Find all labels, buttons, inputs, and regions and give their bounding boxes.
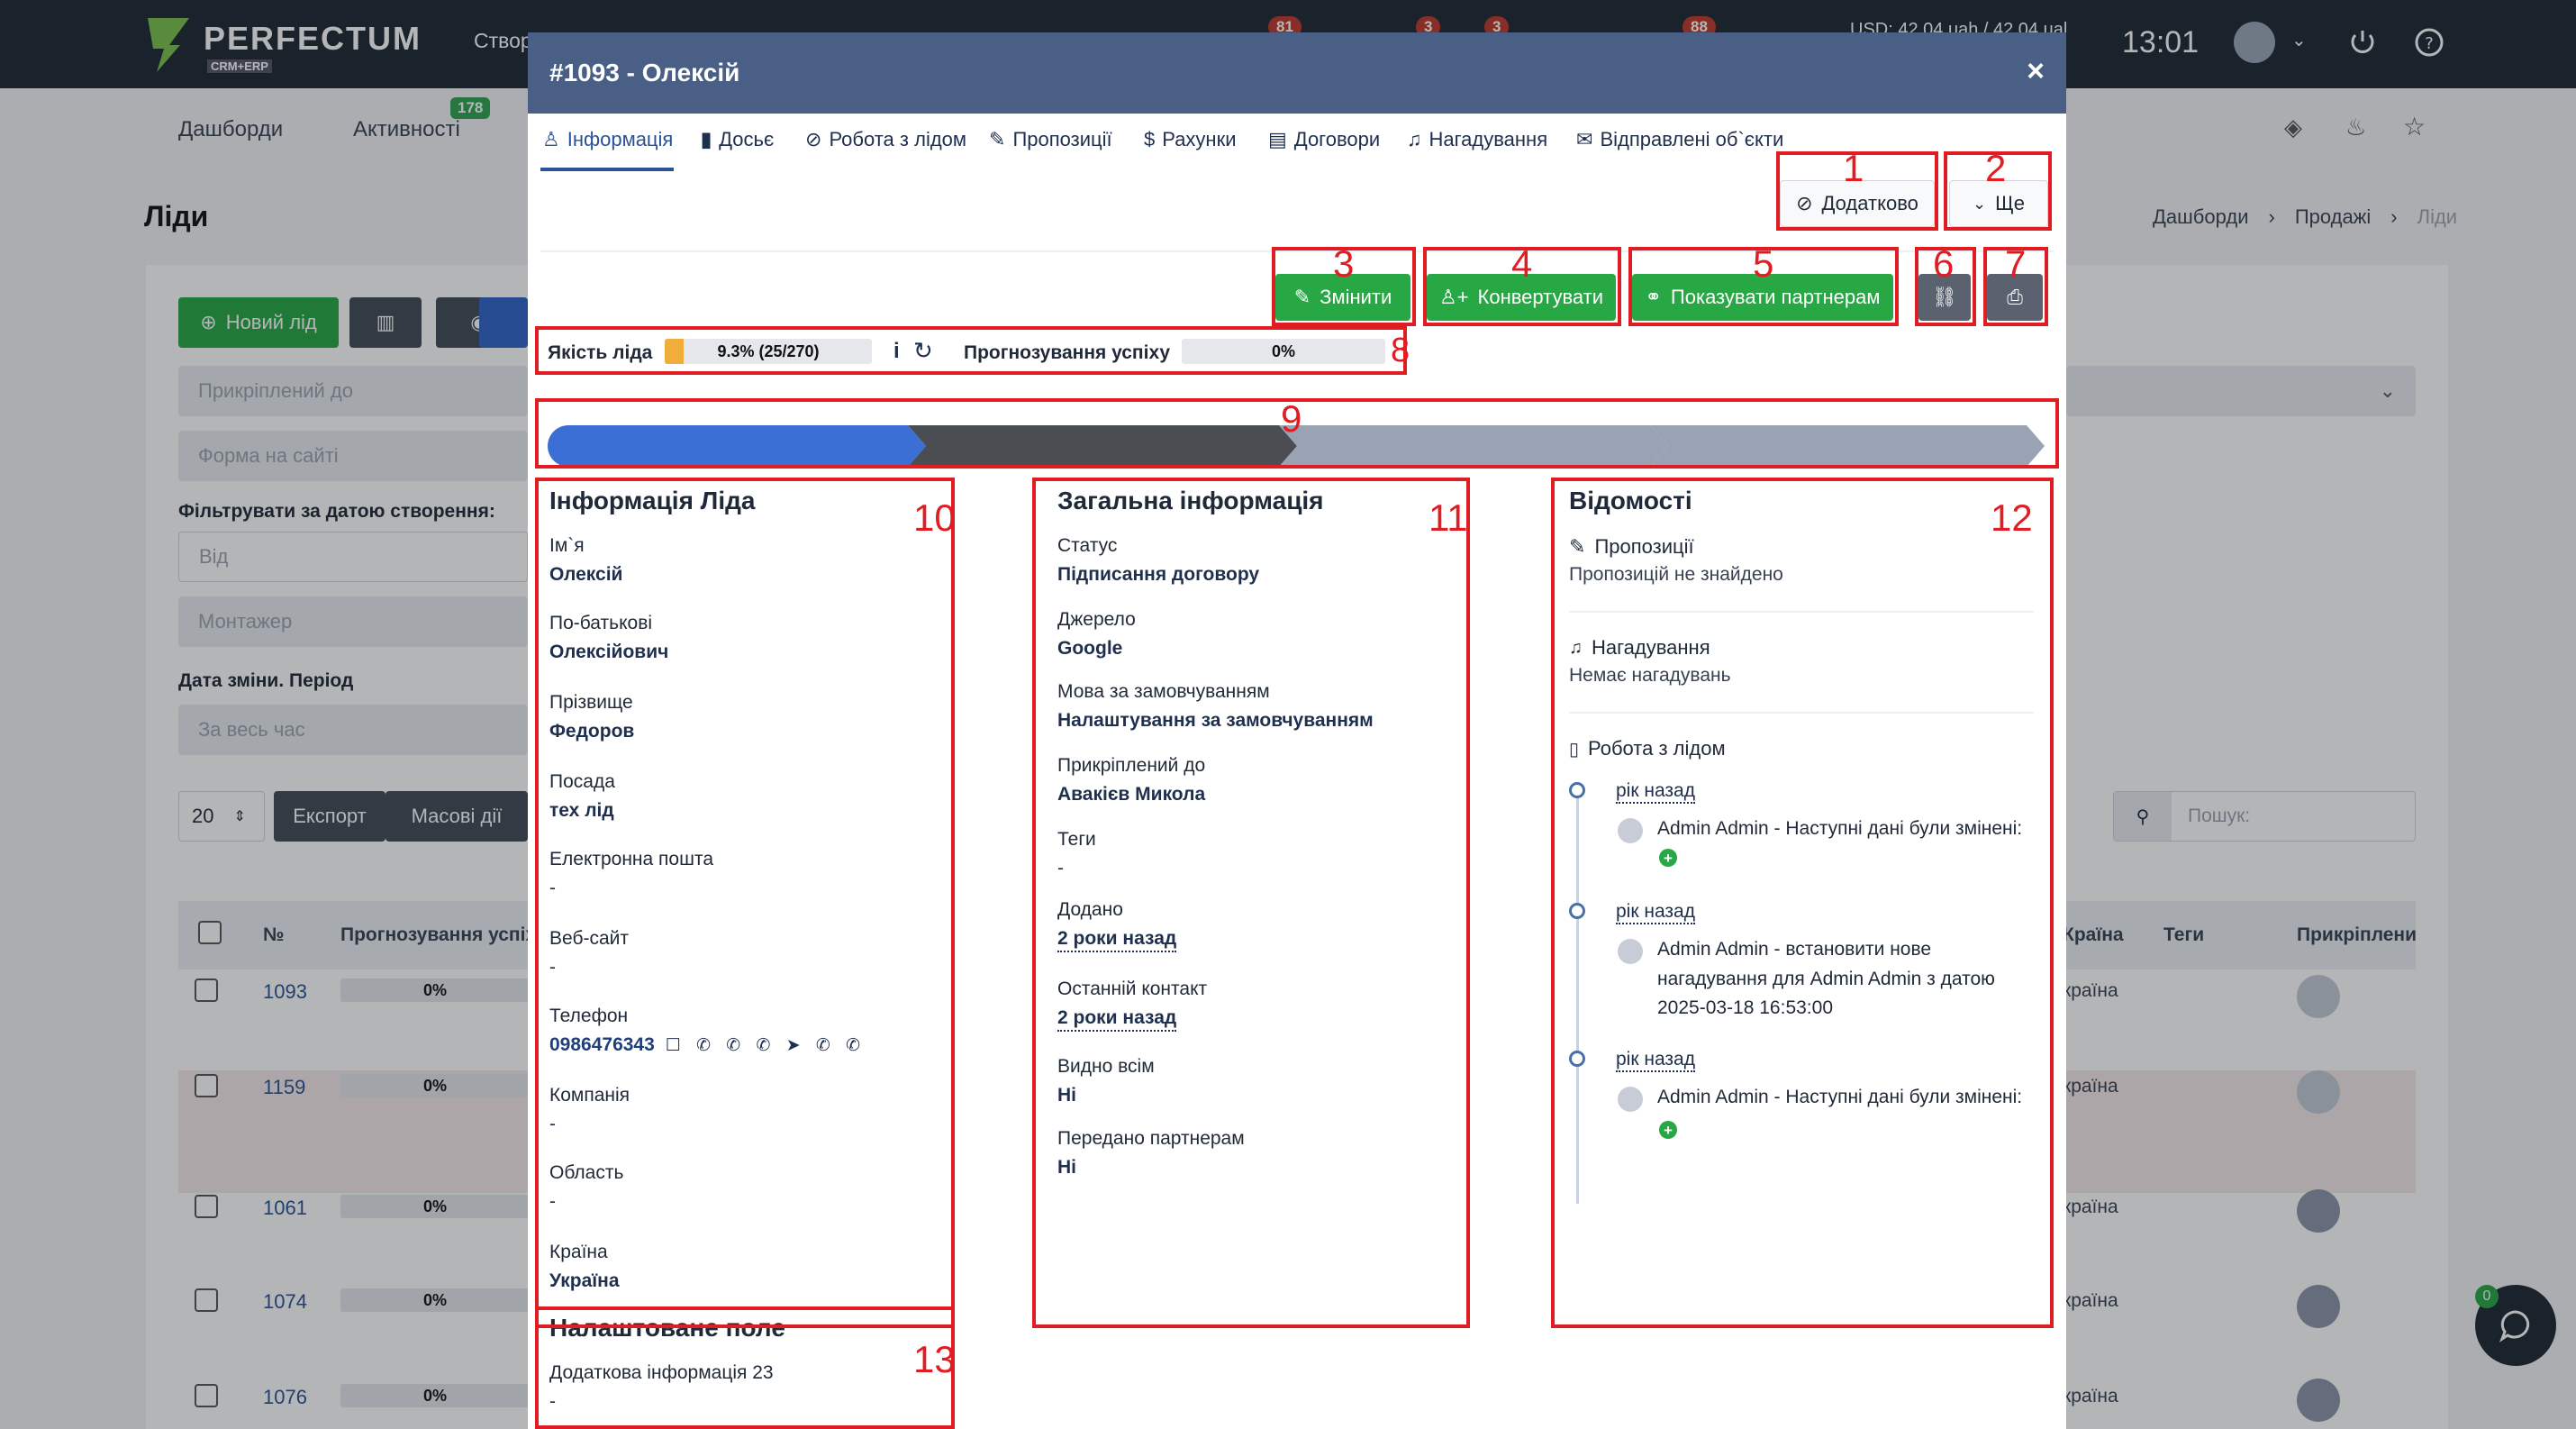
tab-contracts-label: Договори — [1293, 128, 1381, 150]
paperclip-icon: ⊘ — [805, 128, 822, 150]
annotation-box-13 — [535, 1306, 955, 1429]
tab-reminders-label: Нагадування — [1429, 128, 1548, 150]
lead-modal: #1093 - Олексій × ♙ Інформація ▮ Досьє ⊘ Ро… — [528, 32, 2066, 1429]
active-tab-indicator — [540, 168, 674, 171]
annotation-label-10: 10 — [913, 496, 956, 539]
tab-invoices-label: Рахунки — [1162, 128, 1237, 150]
modal-header: #1093 - Олексій × — [528, 32, 2066, 114]
user-icon: ♙ — [542, 128, 560, 150]
tab-contracts[interactable]: ▤ Договори — [1268, 128, 1380, 151]
bell-icon: ♫ — [1407, 128, 1422, 150]
annotation-label-11: 11 — [1429, 496, 1468, 539]
tab-sent-objects[interactable]: ✉ Відправлені об`єкти — [1576, 128, 1783, 151]
annotation-label-12: 12 — [1991, 496, 2033, 539]
annotation-box-11 — [1032, 478, 1470, 1328]
dollar-icon: $ — [1144, 128, 1156, 150]
annotation-label-13: 13 — [913, 1338, 956, 1380]
annotation-label-3: 3 — [1333, 242, 1355, 285]
pencil-icon: ✎ — [989, 128, 1006, 150]
tab-dossier[interactable]: ▮ Досьє — [701, 128, 774, 151]
annotation-box-12 — [1551, 478, 2054, 1328]
annotation-label-7: 7 — [2005, 242, 2027, 285]
tab-work[interactable]: ⊘ Робота з лідом — [805, 128, 966, 151]
annotation-label-9: 9 — [1281, 397, 1302, 440]
tab-info-label: Інформація — [567, 128, 674, 150]
annotation-box-8 — [535, 326, 1407, 375]
file-icon: ▤ — [1268, 128, 1287, 150]
tab-info[interactable]: ♙ Інформація — [542, 128, 673, 151]
tab-reminders[interactable]: ♫ Нагадування — [1407, 128, 1547, 151]
annotation-label-5: 5 — [1753, 242, 1774, 285]
tab-proposals[interactable]: ✎ Пропозиції — [989, 128, 1112, 151]
annotation-box-10 — [535, 478, 955, 1328]
book-icon: ▮ — [701, 128, 712, 150]
annotation-label-2: 2 — [1985, 147, 2007, 189]
annotation-label-4: 4 — [1511, 242, 1533, 285]
annotation-label-8: 8 — [1391, 332, 1410, 369]
modal-title: #1093 - Олексій — [549, 59, 740, 86]
envelope-icon: ✉ — [1576, 128, 1593, 150]
tab-proposals-label: Пропозиції — [1012, 128, 1112, 150]
close-icon[interactable]: × — [2027, 56, 2045, 86]
annotation-label-1: 1 — [1843, 147, 1864, 189]
tab-invoices[interactable]: $ Рахунки — [1144, 128, 1237, 151]
tab-dossier-label: Досьє — [719, 128, 775, 150]
tab-sent-objects-label: Відправлені об`єкти — [1600, 128, 1784, 150]
annotation-label-6: 6 — [1933, 242, 1955, 285]
tab-work-label: Робота з лідом — [829, 128, 967, 150]
